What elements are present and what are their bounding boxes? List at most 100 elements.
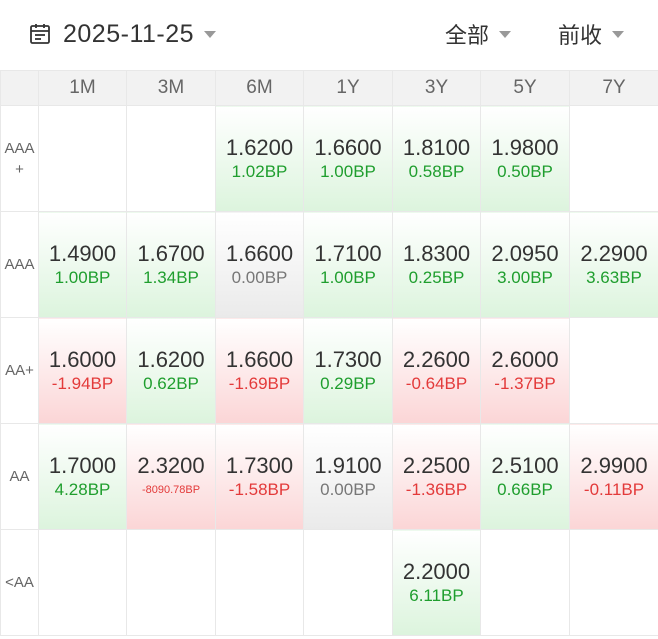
yield-rate: 1.7100 (314, 240, 382, 266)
empty-cell (569, 317, 658, 424)
yield-cell[interactable]: 1.7300 -1.58BP (215, 423, 304, 530)
yield-rate: 2.2600 (402, 346, 471, 372)
yield-rate: 1.7000 (48, 452, 117, 478)
tenor-header[interactable]: 3M (126, 70, 216, 106)
yield-rate: 1.6000 (48, 346, 117, 372)
rating-label: AAA (0, 211, 39, 318)
yield-cell[interactable]: 1.8100 0.58BP (392, 105, 481, 212)
yield-cell[interactable]: 1.6000 -1.94BP (38, 317, 127, 424)
yield-cell[interactable]: 1.6200 1.02BP (215, 105, 304, 212)
rating-filter-dropdown[interactable]: 全部 (445, 18, 512, 50)
header-corner (0, 70, 39, 106)
yield-change: -8090.78BP (141, 483, 201, 496)
rating-label: <AA (0, 529, 39, 636)
yield-change: 1.00BP (320, 267, 376, 287)
yield-rate: 1.8100 (402, 134, 471, 160)
rating-filter-caret-icon (499, 30, 512, 38)
date-picker[interactable]: 2025-11-25 (28, 18, 217, 50)
yield-rate: 2.5100 (491, 452, 559, 478)
tenor-header[interactable]: 1Y (303, 70, 393, 106)
yield-cell[interactable]: 1.6700 1.34BP (126, 211, 216, 318)
yield-cell[interactable]: 1.7100 1.00BP (303, 211, 393, 318)
rating-row: AA 1.7000 4.28BP 2.3200 -8090.78BP 1.7300 -1.5… (0, 423, 658, 530)
yield-rate: 2.3200 (137, 452, 205, 478)
yield-cell[interactable]: 1.9100 0.00BP (303, 423, 393, 530)
yield-cell[interactable]: 1.7000 4.28BP (38, 423, 127, 530)
yield-change: 0.25BP (408, 267, 465, 287)
yield-change: 0.50BP (497, 161, 553, 181)
yield-change: 1.02BP (231, 161, 288, 181)
yield-rate: 2.2000 (402, 558, 471, 584)
yield-cell[interactable]: 1.4900 1.00BP (38, 211, 127, 318)
yield-rate: 1.9800 (491, 134, 559, 160)
yield-change: -1.36BP (405, 479, 468, 499)
yield-change: 1.34BP (143, 267, 199, 287)
yield-rate: 2.2500 (402, 452, 471, 478)
tenor-header[interactable]: 1M (38, 70, 127, 106)
yield-change: 1.00BP (54, 267, 111, 287)
yield-cell[interactable]: 2.2900 3.63BP (569, 211, 658, 318)
empty-cell (569, 529, 658, 636)
empty-cell (38, 529, 127, 636)
yield-change: 1.00BP (320, 161, 376, 181)
empty-cell (569, 105, 658, 212)
yield-rate: 1.7300 (314, 346, 382, 372)
rating-filter-label: 全部 (445, 23, 490, 48)
yield-cell[interactable]: 2.9900 -0.11BP (569, 423, 658, 530)
tenor-header[interactable]: 6M (215, 70, 304, 106)
yield-cell[interactable]: 2.2600 -0.64BP (392, 317, 481, 424)
yield-grid: 1M 3M 6M 1Y 3Y 5Y 7Y AAA +1.6200 1.02BP 1.6600 1.… (0, 70, 658, 636)
tenor-header[interactable]: 7Y (569, 70, 658, 106)
yield-rate: 1.8300 (402, 240, 471, 266)
yield-rate: 1.6600 (225, 346, 294, 372)
yield-cell[interactable]: 1.8300 0.25BP (392, 211, 481, 318)
yield-change: 0.00BP (231, 267, 288, 287)
rating-row: AAA 1.4900 1.00BP 1.6700 1.34BP 1.6600 0.00BP 1… (0, 211, 658, 318)
yield-change: 0.66BP (497, 479, 553, 499)
yield-rate: 2.2900 (580, 240, 648, 266)
yield-cell[interactable]: 1.6600 -1.69BP (215, 317, 304, 424)
yield-change: 0.62BP (143, 373, 199, 393)
yield-cell[interactable]: 1.6600 1.00BP (303, 105, 393, 212)
tenor-header[interactable]: 5Y (480, 70, 570, 106)
empty-cell (38, 105, 127, 212)
toolbar: 2025-11-25 全部 前收 (0, 0, 658, 70)
tenor-header[interactable]: 3Y (392, 70, 481, 106)
yield-change: -1.37BP (494, 373, 556, 393)
yield-change: 0.58BP (408, 161, 465, 181)
compare-basis-dropdown[interactable]: 前收 (558, 18, 625, 50)
empty-cell (303, 529, 393, 636)
yield-change: -1.94BP (51, 373, 114, 393)
yield-cell[interactable]: 1.9800 0.50BP (480, 105, 570, 212)
tenor-header-row: 1M 3M 6M 1Y 3Y 5Y 7Y (0, 70, 658, 106)
rating-row: AAA +1.6200 1.02BP 1.6600 1.00BP 1.8100 0.58B… (0, 105, 658, 212)
yield-rate: 2.0950 (491, 240, 559, 266)
yield-rate: 1.6200 (225, 134, 294, 160)
date-dropdown-caret-icon (204, 30, 217, 38)
empty-cell (480, 529, 570, 636)
yield-cell[interactable]: 2.0950 3.00BP (480, 211, 570, 318)
yield-rate: 1.9100 (314, 452, 382, 478)
yield-change: -0.11BP (583, 479, 645, 499)
yield-cell[interactable]: 2.2500 -1.36BP (392, 423, 481, 530)
yield-change: 0.00BP (320, 479, 376, 499)
empty-cell (215, 529, 304, 636)
yield-cell[interactable]: 2.6000 -1.37BP (480, 317, 570, 424)
rating-row: AA+ 1.6000 -1.94BP 1.6200 0.62BP 1.6600 -1.69B… (0, 317, 658, 424)
yield-change: 3.63BP (586, 267, 642, 287)
yield-cell[interactable]: 2.3200 -8090.78BP (126, 423, 216, 530)
yield-change: 0.29BP (320, 373, 376, 393)
yield-change: -1.69BP (228, 373, 291, 393)
yield-cell[interactable]: 1.6200 0.62BP (126, 317, 216, 424)
yield-cell[interactable]: 1.7300 0.29BP (303, 317, 393, 424)
yield-change: 4.28BP (54, 479, 111, 499)
date-value: 2025-11-25 (63, 19, 195, 48)
yield-rate: 1.6700 (137, 240, 205, 266)
yield-cell[interactable]: 2.2000 6.11BP (392, 529, 481, 636)
empty-cell (126, 529, 216, 636)
yield-cell[interactable]: 1.6600 0.00BP (215, 211, 304, 318)
yield-rate: 1.6200 (137, 346, 205, 372)
empty-cell (126, 105, 216, 212)
calendar-icon (30, 24, 50, 44)
yield-cell[interactable]: 2.5100 0.66BP (480, 423, 570, 530)
